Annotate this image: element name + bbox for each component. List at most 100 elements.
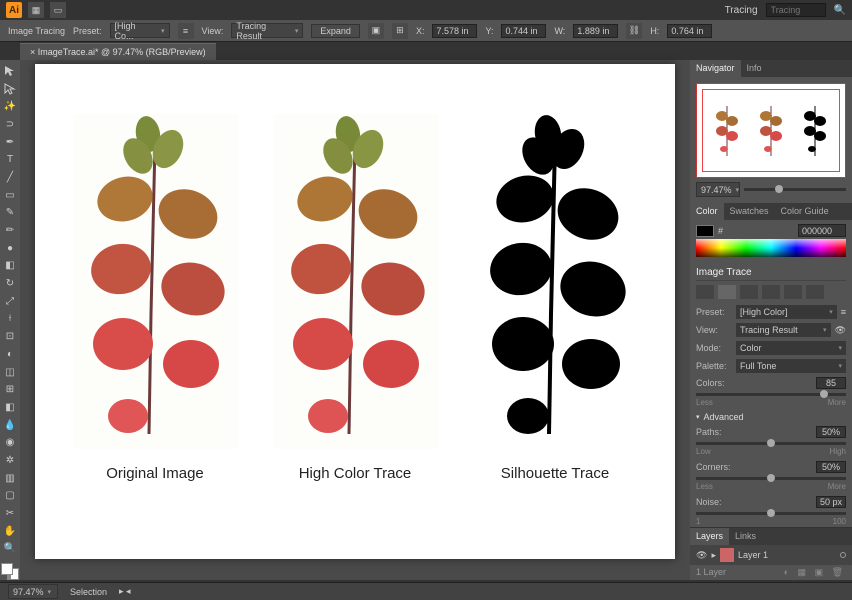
tab-color[interactable]: Color — [690, 203, 724, 220]
search-input[interactable] — [766, 3, 826, 17]
preset-icon-gray[interactable] — [762, 285, 780, 299]
fill-stroke-swatch[interactable] — [1, 563, 19, 580]
hex-input[interactable] — [798, 224, 846, 237]
preset-menu-icon[interactable]: ≡ — [178, 23, 194, 39]
trace-palette-dropdown[interactable]: Full Tone — [736, 359, 846, 373]
ctx-label: Image Tracing — [8, 26, 65, 36]
direct-selection-tool[interactable] — [2, 82, 18, 97]
pen-tool[interactable]: ✒ — [2, 135, 18, 150]
status-nav-icon[interactable]: ▸ ◂ — [119, 586, 131, 597]
trace-mode-dropdown[interactable]: Color — [736, 341, 846, 355]
blend-tool[interactable]: ◉ — [2, 435, 18, 450]
graph-tool[interactable]: ▥ — [2, 471, 18, 486]
perspective-tool[interactable]: ◫ — [2, 365, 18, 380]
bridge-icon[interactable]: ▦ — [28, 2, 44, 18]
y-input[interactable] — [501, 24, 546, 38]
nav-zoom-slider[interactable] — [744, 188, 846, 191]
view-label: View: — [202, 26, 224, 36]
tab-links[interactable]: Links — [729, 528, 762, 545]
preset-icon-low[interactable] — [740, 285, 758, 299]
image-label: Original Image — [106, 465, 204, 482]
high-color-trace — [273, 114, 438, 449]
noise-label: Noise: — [696, 497, 722, 507]
magic-wand-tool[interactable]: ✨ — [2, 99, 18, 114]
h-input[interactable] — [667, 24, 712, 38]
colors-slider[interactable] — [696, 393, 846, 396]
line-tool[interactable]: ╱ — [2, 170, 18, 185]
gradient-tool[interactable]: ◧ — [2, 400, 18, 415]
selection-tool[interactable] — [2, 64, 18, 79]
corners-label: Corners: — [696, 462, 731, 472]
preset-icon-photo[interactable] — [718, 285, 736, 299]
eye-icon[interactable]: 👁 — [696, 550, 707, 561]
document-tab[interactable]: × ImageTrace.ai* @ 97.47% (RGB/Preview) — [20, 43, 216, 60]
tab-swatches[interactable]: Swatches — [724, 203, 775, 220]
preset-label: Preset: — [73, 26, 102, 36]
preset-menu-icon[interactable]: ≡ — [841, 307, 846, 317]
corners-value[interactable] — [816, 461, 846, 473]
x-input[interactable] — [432, 24, 477, 38]
noise-slider[interactable] — [696, 512, 846, 515]
hand-tool[interactable]: ✋ — [2, 524, 18, 539]
layer-name[interactable]: Layer 1 — [738, 550, 768, 560]
eyedropper-tool[interactable]: 💧 — [2, 418, 18, 433]
scale-tool[interactable]: ⤢ — [2, 294, 18, 309]
layer-panel-buttons[interactable]: ◐ ▦ ▣ 🗑 — [784, 567, 846, 578]
mesh-tool[interactable]: ⊞ — [2, 382, 18, 397]
original-image — [73, 114, 238, 449]
tab-color-guide[interactable]: Color Guide — [775, 203, 835, 220]
blob-brush-tool[interactable]: ● — [2, 241, 18, 256]
shape-builder-tool[interactable]: ◐ — [2, 347, 18, 362]
arrange-icon[interactable]: ▭ — [50, 2, 66, 18]
workspace-label[interactable]: Tracing — [725, 5, 758, 16]
link-wh-icon[interactable]: ⛓ — [626, 23, 642, 39]
artboard-tool[interactable]: ▢ — [2, 489, 18, 504]
eraser-tool[interactable]: ◧ — [2, 259, 18, 274]
trace-mode-label: Mode: — [696, 343, 732, 353]
expand-button[interactable]: Expand — [311, 24, 360, 38]
width-tool[interactable]: ⟊ — [2, 312, 18, 327]
paths-slider[interactable] — [696, 442, 846, 445]
brush-tool[interactable]: ✎ — [2, 206, 18, 221]
corners-slider[interactable] — [696, 477, 846, 480]
layer-target-icon[interactable] — [840, 552, 846, 558]
view-dropdown[interactable]: Tracing Result — [231, 23, 303, 38]
rectangle-tool[interactable]: ▭ — [2, 188, 18, 203]
layer-row[interactable]: 👁 ▸ Layer 1 — [690, 545, 852, 565]
symbol-sprayer-tool[interactable]: ✲ — [2, 453, 18, 468]
paths-value[interactable] — [816, 426, 846, 438]
navigator-thumbnail[interactable] — [696, 83, 846, 178]
free-transform-tool[interactable]: ⊡ — [2, 329, 18, 344]
type-tool[interactable]: T — [2, 152, 18, 167]
noise-value[interactable] — [816, 496, 846, 508]
lasso-tool[interactable]: ⊃ — [2, 117, 18, 132]
status-zoom[interactable]: 97.47% — [8, 584, 58, 599]
color-spectrum[interactable] — [696, 239, 846, 257]
tab-info[interactable]: Info — [741, 60, 768, 77]
colors-label: Colors: — [696, 378, 725, 388]
trace-preset-dropdown[interactable]: [High Color] — [736, 305, 837, 319]
advanced-toggle[interactable]: Advanced — [696, 412, 846, 422]
trace-view-dropdown[interactable]: Tracing Result — [736, 323, 831, 337]
tab-navigator[interactable]: Navigator — [690, 60, 741, 77]
search-icon[interactable]: 🔍 — [834, 5, 846, 16]
status-tool: Selection — [70, 587, 107, 597]
mask-icon[interactable]: ▣ — [368, 23, 384, 39]
preset-icon-bw[interactable] — [784, 285, 802, 299]
zoom-tool[interactable]: 🔍 — [2, 542, 18, 557]
tab-layers[interactable]: Layers — [690, 528, 729, 545]
colors-value[interactable] — [816, 377, 846, 389]
eye-icon[interactable]: 👁 — [835, 325, 846, 336]
nav-zoom-dropdown[interactable]: 97.47% — [696, 182, 740, 197]
slice-tool[interactable]: ✂ — [2, 506, 18, 521]
rotate-tool[interactable]: ↻ — [2, 276, 18, 291]
preset-icon-auto[interactable] — [696, 285, 714, 299]
chevron-right-icon[interactable]: ▸ — [711, 550, 716, 561]
artboard[interactable]: Original Image — [35, 64, 675, 559]
preset-icon-outline[interactable] — [806, 285, 824, 299]
w-input[interactable] — [573, 24, 618, 38]
preset-dropdown[interactable]: [High Co... — [110, 23, 170, 38]
transform-icon[interactable]: ⊞ — [392, 23, 408, 39]
color-swatch[interactable] — [696, 225, 714, 237]
pencil-tool[interactable]: ✏ — [2, 223, 18, 238]
